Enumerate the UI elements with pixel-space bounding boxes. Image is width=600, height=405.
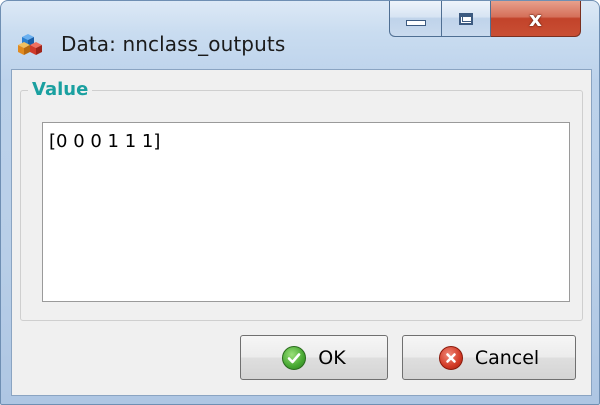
cancel-button-label: Cancel [474, 346, 540, 369]
cancel-x-glyph [446, 352, 456, 363]
window-title: Data: nnclass_outputs [61, 32, 286, 56]
minimize-button[interactable] [389, 1, 441, 37]
dialog-window: Data: nnclass_outputs x Value [0 0 0 1 1… [0, 0, 600, 405]
close-button[interactable]: x [491, 1, 581, 37]
maximize-button[interactable] [441, 1, 491, 37]
close-icon: x [529, 6, 542, 31]
cubes-icon [18, 34, 42, 55]
dialog-client-area: Value [0 0 0 1 1 1] OK Cancel [11, 69, 592, 396]
checkmark-icon [282, 345, 307, 370]
value-textbox[interactable]: [0 0 0 1 1 1] [42, 122, 570, 302]
value-group-label: Value [28, 79, 93, 101]
maximize-icon [459, 12, 473, 25]
minimize-icon [405, 19, 426, 26]
checkmark-glyph [287, 352, 301, 363]
caption-buttons: x [389, 1, 581, 37]
cancel-x-icon [438, 345, 463, 370]
ok-button-label: OK [318, 346, 346, 369]
ok-button[interactable]: OK [240, 335, 388, 380]
cancel-button[interactable]: Cancel [402, 335, 576, 380]
title-bar[interactable]: Data: nnclass_outputs x [1, 1, 599, 63]
